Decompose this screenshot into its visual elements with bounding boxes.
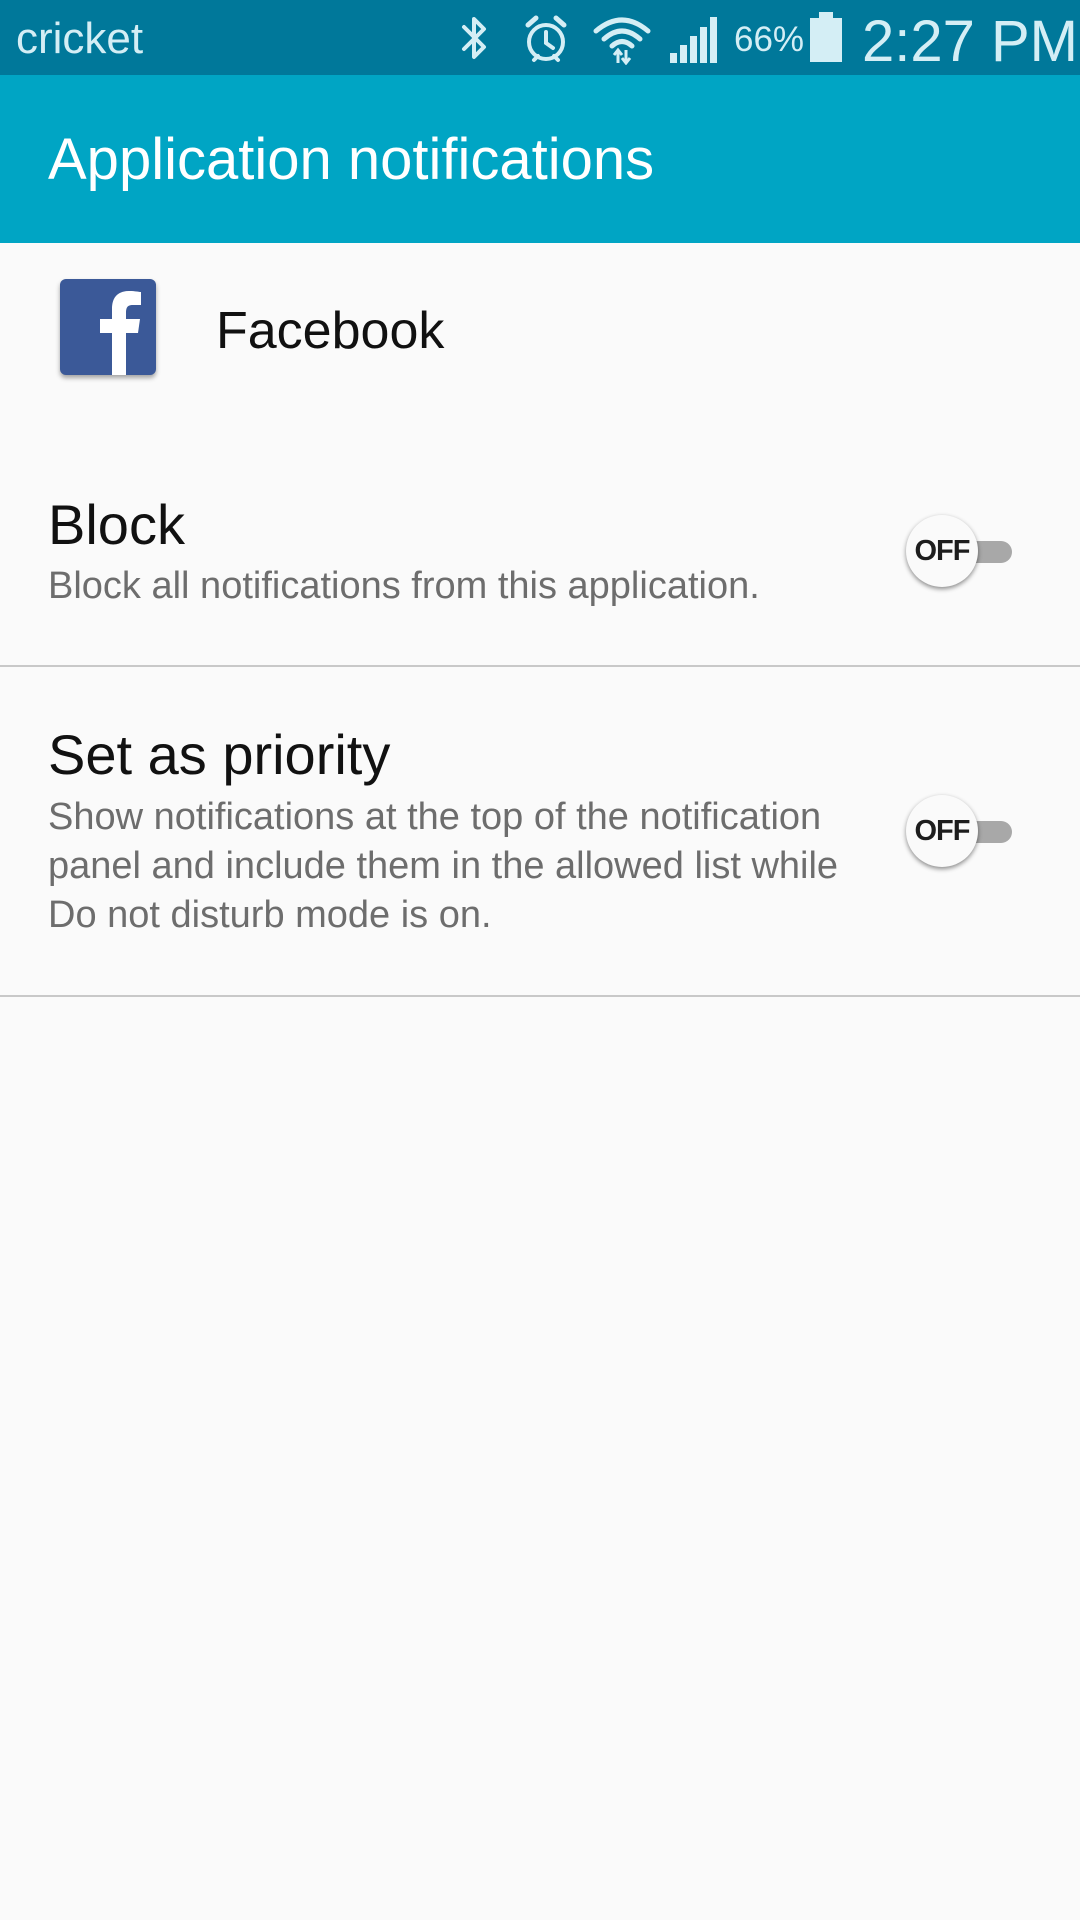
setting-title: Set as priority: [48, 723, 391, 786]
signal-icon: [668, 13, 722, 65]
toggle-knob: OFF: [906, 795, 978, 867]
wifi-icon: [592, 13, 652, 65]
battery-icon: [808, 12, 844, 64]
alarm-icon: [520, 13, 572, 65]
page-title: Application notifications: [48, 127, 655, 192]
setting-description: Block all notifications from this applic…: [48, 565, 760, 607]
app-name: Facebook: [216, 302, 445, 360]
status-bar: cricket 66% 2:27 PM: [0, 0, 1080, 75]
setting-description: Show notifications at the top of the not…: [48, 796, 839, 936]
battery-percent: 66%: [734, 20, 805, 59]
clock: 2:27 PM: [862, 9, 1078, 74]
priority-toggle[interactable]: OFF: [906, 793, 1026, 869]
app-header: Facebook: [0, 243, 1080, 413]
carrier-name: cricket: [16, 14, 144, 63]
facebook-icon: [60, 279, 156, 375]
setting-block[interactable]: Block Block all notifications from this …: [0, 413, 1080, 667]
setting-priority[interactable]: Set as priority Show notifications at th…: [0, 667, 1080, 997]
bluetooth-icon: [454, 13, 494, 63]
block-toggle[interactable]: OFF: [906, 513, 1026, 589]
app-bar: Application notifications: [0, 75, 1080, 243]
toggle-knob: OFF: [906, 515, 978, 587]
setting-title: Block: [48, 493, 185, 556]
